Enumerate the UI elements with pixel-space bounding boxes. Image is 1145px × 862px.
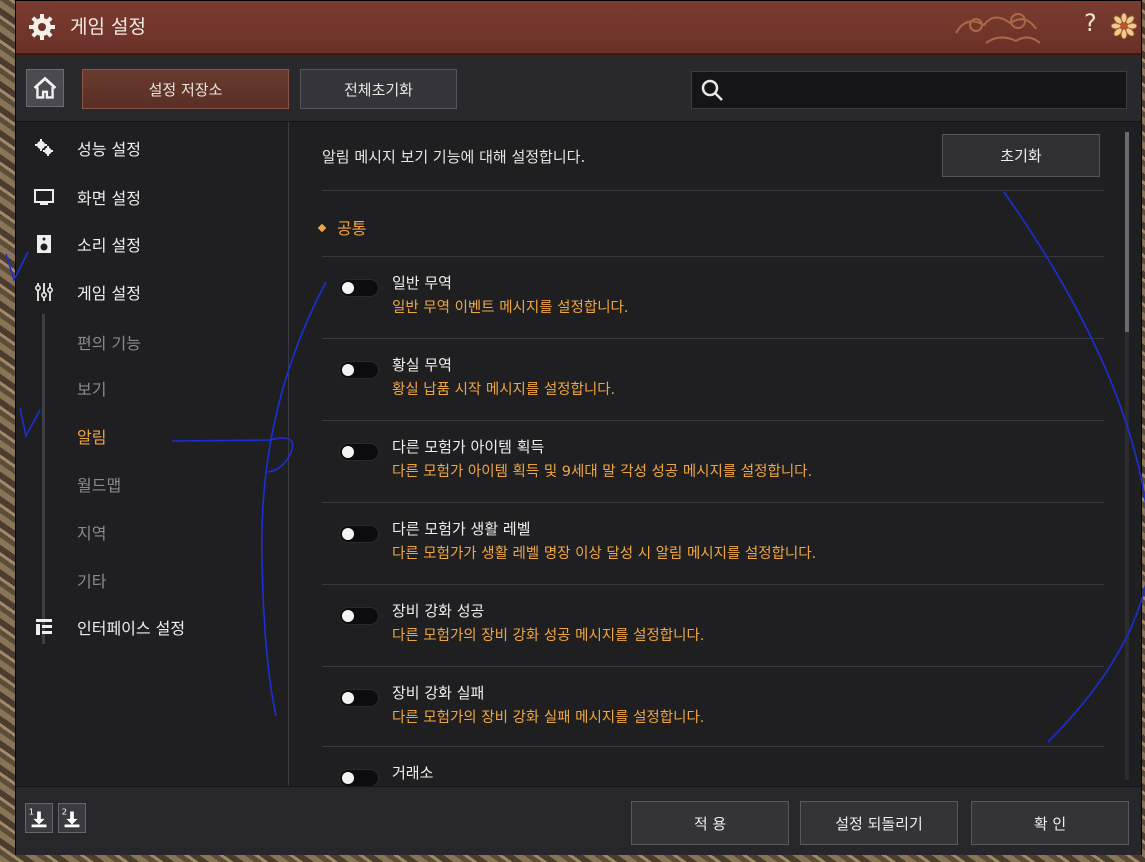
confirm-button[interactable]: 확 인: [971, 801, 1129, 845]
toggle-knob: [342, 446, 354, 458]
sliders-icon: [35, 283, 53, 301]
divider: [322, 190, 1104, 191]
option-desc: 다른 모험가가 생활 레벨 명장 이상 달성 시 알림 메시지를 설정합니다.: [392, 546, 817, 562]
option-desc: 일반 무역 이벤트 메시지를 설정합니다.: [392, 300, 629, 316]
settings-window: 게임 설정 ? 설정 저장소 전체초기화 성능 설정 화면 설정 소리 설정 게…: [15, 0, 1142, 855]
toggle-knob: [342, 282, 354, 294]
toggle-switch[interactable]: [339, 689, 379, 707]
sidebar-item-label: 소리 설정: [77, 236, 141, 255]
sidebar-item-sound[interactable]: 소리 설정: [16, 224, 288, 264]
title-bar[interactable]: 게임 설정 ?: [16, 1, 1141, 55]
toggle-switch[interactable]: [339, 607, 379, 625]
download-icon: 2: [62, 806, 80, 828]
toggle-knob: [342, 692, 354, 704]
option-desc: 황실 납품 시작 메시지를 설정합니다.: [392, 382, 616, 398]
sidebar-item-game[interactable]: 게임 설정: [16, 272, 288, 312]
option-desc: 다른 모험가 아이템 획득 및 9세대 말 각성 성공 메시지를 설정합니다.: [392, 464, 813, 480]
scrollbar-thumb[interactable]: [1125, 132, 1129, 332]
save-slot-1-button[interactable]: 1: [25, 803, 53, 833]
submenu-line: [42, 314, 45, 644]
diamond-icon: [317, 223, 327, 233]
submenu-view[interactable]: 보기: [77, 376, 106, 400]
settings-content: 알림 메시지 보기 기능에 대해 설정합니다. 초기화 공통 일반 무역 일반 …: [289, 122, 1141, 786]
reset-all-button[interactable]: 전체초기화: [300, 69, 457, 109]
toggle-knob: [342, 528, 354, 540]
revert-button[interactable]: 설정 되돌리기: [800, 801, 958, 845]
page-description: 알림 메시지 보기 기능에 대해 설정합니다.: [322, 148, 586, 166]
sidebar: 성능 설정 화면 설정 소리 설정 게임 설정 편의 기능 보기 알림 월드맵 …: [16, 122, 289, 786]
option-title: 다른 모험가 아이템 획득: [392, 438, 545, 456]
option-desc: 다른 모험가의 장비 강화 성공 메시지를 설정합니다.: [392, 628, 705, 644]
scrollbar[interactable]: [1125, 132, 1129, 780]
submenu-notification[interactable]: 알림: [77, 424, 106, 448]
option-row: 다른 모험가 아이템 획득 다른 모험가 아이템 획득 및 9세대 말 각성 성…: [289, 420, 1141, 502]
submenu-convenience[interactable]: 편의 기능: [77, 330, 141, 354]
svg-text:1: 1: [29, 806, 34, 816]
monitor-icon: [34, 189, 54, 205]
option-row: 다른 모험가 생활 레벨 다른 모험가가 생활 레벨 명장 이상 달성 시 알림…: [289, 502, 1141, 584]
option-title: 황실 무역: [392, 356, 452, 374]
home-icon: [33, 76, 57, 99]
sidebar-item-label: 화면 설정: [77, 189, 141, 208]
download-icon: 1: [29, 806, 47, 828]
option-title: 장비 강화 성공: [392, 602, 485, 620]
option-row: 장비 강화 성공 다른 모험가의 장비 강화 성공 메시지를 설정합니다.: [289, 584, 1141, 666]
close-flower-icon[interactable]: [1111, 13, 1137, 39]
toggle-knob: [342, 610, 354, 622]
toggle-switch[interactable]: [339, 525, 379, 543]
help-button[interactable]: ?: [1084, 9, 1097, 37]
settings-store-button[interactable]: 설정 저장소: [82, 69, 289, 109]
gears-icon: [35, 139, 53, 156]
cloud-ornament-icon: [955, 13, 1041, 44]
sidebar-item-interface[interactable]: 인터페이스 설정: [16, 607, 288, 647]
save-slot-2-button[interactable]: 2: [58, 803, 86, 833]
toggle-switch[interactable]: [339, 443, 379, 461]
sidebar-item-performance[interactable]: 성능 설정: [16, 128, 288, 168]
option-title: 거래소: [392, 764, 434, 782]
sidebar-item-display[interactable]: 화면 설정: [16, 177, 288, 217]
apply-button[interactable]: 적 용: [631, 801, 789, 845]
window-title: 게임 설정: [70, 16, 146, 38]
home-button[interactable]: [26, 69, 64, 107]
svg-text:2: 2: [62, 806, 67, 816]
footer: 1 2 적 용 설정 되돌리기 확 인: [16, 786, 1141, 855]
option-title: 다른 모험가 생활 레벨: [392, 520, 531, 538]
section-header: 공통: [317, 215, 367, 239]
toggle-switch[interactable]: [339, 279, 379, 297]
sidebar-item-label: 게임 설정: [77, 284, 141, 303]
speaker-icon: [37, 235, 51, 253]
search-input[interactable]: [691, 71, 1127, 109]
gear-icon: [29, 14, 55, 40]
option-title: 일반 무역: [392, 274, 452, 292]
submenu-etc[interactable]: 기타: [77, 568, 106, 592]
option-row: 황실 무역 황실 납품 시작 메시지를 설정합니다.: [289, 338, 1141, 420]
option-row: 거래소: [289, 746, 1141, 786]
option-desc: 다른 모험가의 장비 강화 실패 메시지를 설정합니다.: [392, 710, 705, 726]
search-icon: [701, 79, 723, 101]
submenu-region[interactable]: 지역: [77, 520, 106, 544]
toggle-switch[interactable]: [339, 769, 379, 786]
option-row: 일반 무역 일반 무역 이벤트 메시지를 설정합니다.: [289, 256, 1141, 338]
submenu-worldmap[interactable]: 월드맵: [77, 472, 121, 496]
option-row: 장비 강화 실패 다른 모험가의 장비 강화 실패 메시지를 설정합니다.: [289, 666, 1141, 748]
toolbar: 설정 저장소 전체초기화: [16, 55, 1141, 122]
layout-icon: [36, 619, 52, 635]
sidebar-item-label: 성능 설정: [77, 140, 141, 159]
reset-button[interactable]: 초기화: [942, 134, 1100, 177]
option-title: 장비 강화 실패: [392, 684, 485, 702]
toggle-knob: [342, 364, 354, 376]
toggle-switch[interactable]: [339, 361, 379, 379]
toggle-knob: [342, 772, 354, 784]
section-title: 공통: [337, 219, 367, 238]
sidebar-item-label: 인터페이스 설정: [77, 619, 186, 638]
